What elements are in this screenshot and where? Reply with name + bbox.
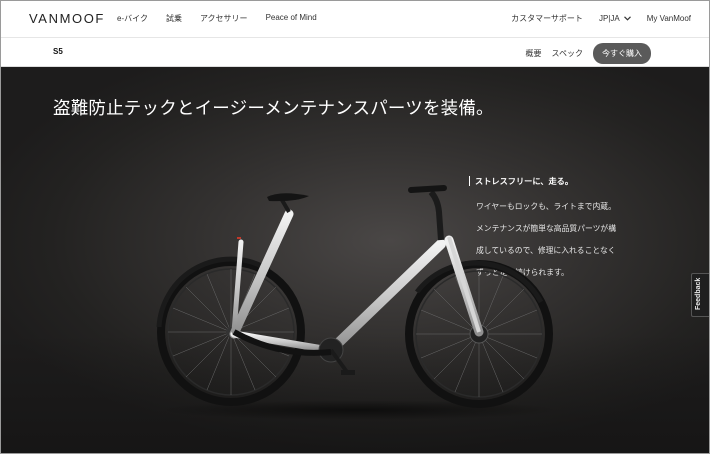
handlebar bbox=[408, 185, 447, 193]
page-frame: VANMOOF e-バイク 試乗 アクセサリー Peace of Mind カス… bbox=[0, 0, 710, 454]
my-vanmoof-link[interactable]: My VanMoof bbox=[647, 14, 691, 23]
customer-support-link[interactable]: カスタマーサポート bbox=[511, 13, 583, 24]
front-light bbox=[237, 237, 241, 239]
tab-specs[interactable]: スペック bbox=[552, 48, 583, 59]
product-subnav: S5 概要 スペック 今すぐ購入 bbox=[1, 38, 709, 67]
hero-title: 盗難防止テックとイージーメンテナンスパーツを装備。 bbox=[53, 99, 494, 119]
feedback-tab[interactable]: Feedback bbox=[691, 273, 709, 317]
language-label: JP|JA bbox=[598, 14, 620, 23]
tab-overview[interactable]: 概要 bbox=[526, 48, 542, 59]
handlebar-stem bbox=[428, 190, 444, 241]
saddle bbox=[267, 193, 309, 202]
nav-item-test-ride[interactable]: 試乗 bbox=[166, 13, 182, 24]
nav-item-accessories[interactable]: アクセサリー bbox=[200, 13, 248, 24]
chevron-down-icon bbox=[623, 16, 631, 21]
utility-menu: カスタマーサポート JP|JA My VanMoof bbox=[511, 13, 709, 24]
hero-section: 盗難防止テックとイージーメンテナンスパーツを装備。 ストレスフリーに、走る。 ワ… bbox=[1, 67, 709, 453]
model-name: S5 bbox=[53, 47, 63, 56]
subnav-actions: 概要 スペック 今すぐ購入 bbox=[526, 43, 651, 64]
main-menu: e-バイク 試乗 アクセサリー Peace of Mind bbox=[117, 13, 335, 24]
buy-now-button[interactable]: 今すぐ購入 bbox=[593, 43, 651, 64]
feedback-label: Feedback bbox=[695, 277, 702, 310]
top-navigation: VANMOOF e-バイク 試乗 アクセサリー Peace of Mind カス… bbox=[1, 1, 709, 38]
language-selector[interactable]: JP|JA bbox=[599, 14, 631, 23]
bike-image bbox=[156, 185, 559, 420]
nav-item-peace-of-mind[interactable]: Peace of Mind bbox=[266, 13, 317, 24]
crank bbox=[318, 337, 355, 375]
nav-item-ebike[interactable]: e-バイク bbox=[117, 13, 148, 24]
seat-post bbox=[280, 198, 291, 214]
fork bbox=[447, 236, 481, 333]
vanmoof-logo[interactable]: VANMOOF bbox=[29, 11, 105, 26]
